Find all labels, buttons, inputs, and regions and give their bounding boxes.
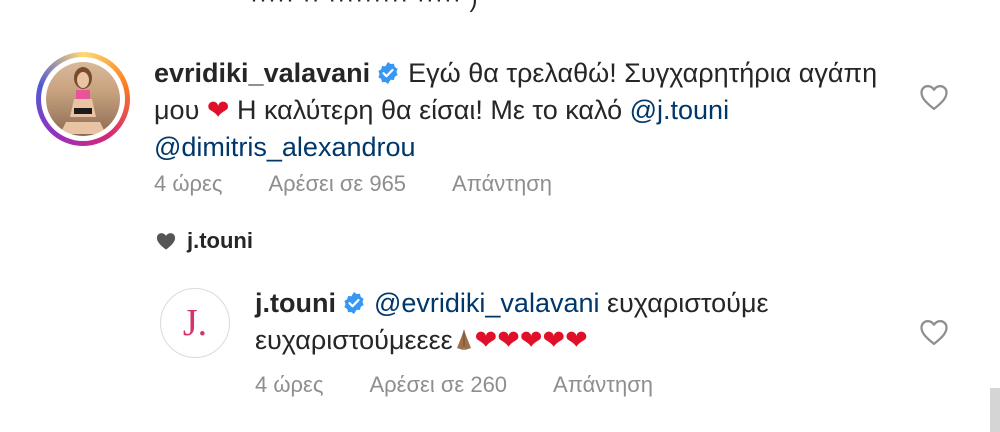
liked-by-username: j.touni <box>187 228 253 253</box>
comment-body: evridiki_valavani Εγώ θα τρελαθώ! Συγχαρη… <box>154 55 894 166</box>
mention-link[interactable]: @dimitris_alexandrou <box>154 132 416 162</box>
avatar <box>46 62 120 136</box>
liked-by-author: j.touni <box>155 228 253 254</box>
reply-avatar[interactable]: J. <box>160 288 230 358</box>
heart-outline-icon[interactable] <box>919 83 949 111</box>
reply-username[interactable]: j.touni <box>255 288 336 318</box>
comment-meta: 4 ώρες Αρέσει σε 965 Απάντηση <box>154 171 598 197</box>
previous-comment-fragment: ····· ·· ········· ····· ) <box>250 0 479 14</box>
scrollbar[interactable] <box>990 388 1000 432</box>
mention-link[interactable]: @j.touni <box>630 95 729 125</box>
verified-badge-icon <box>378 62 398 84</box>
verified-badge-icon <box>344 292 364 314</box>
avatar-logo-letter: J. <box>182 302 208 344</box>
comment-username[interactable]: evridiki_valavani <box>154 58 370 88</box>
reply-button[interactable]: Απάντηση <box>553 372 653 397</box>
comment-timestamp[interactable]: 4 ώρες <box>154 171 222 196</box>
folded-hands-emoji-icon <box>456 330 471 350</box>
heart-filled-icon <box>156 233 176 250</box>
comment-text-part2: Η καλύτερη θα είσαι! Με το καλό <box>229 95 630 125</box>
hearts-emoji: ❤❤❤❤❤ <box>474 325 588 355</box>
reply-meta: 4 ώρες Αρέσει σε 260 Απάντηση <box>255 372 699 398</box>
reply-button[interactable]: Απάντηση <box>452 171 552 196</box>
likes-count-link[interactable]: Αρέσει σε 965 <box>268 171 406 196</box>
likes-count-link[interactable]: Αρέσει σε 260 <box>369 372 507 397</box>
reply-body: j.touni @evridiki_valavani ευχαριστούμε ε… <box>255 285 895 359</box>
avatar-story-ring[interactable] <box>36 52 130 146</box>
heart-emoji-icon: ❤ <box>206 95 230 125</box>
mention-link[interactable]: @evridiki_valavani <box>374 288 600 318</box>
reply-timestamp[interactable]: 4 ώρες <box>255 372 323 397</box>
heart-outline-icon[interactable] <box>919 318 949 346</box>
